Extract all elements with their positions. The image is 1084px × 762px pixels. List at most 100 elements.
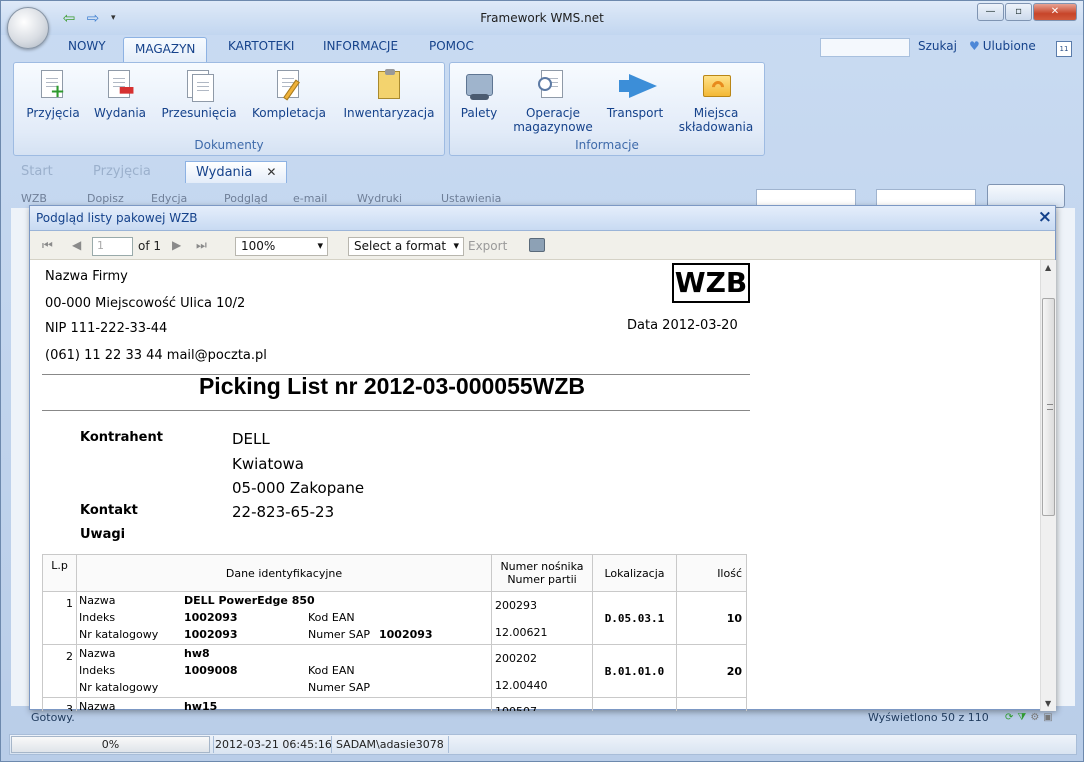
report-viewer-toolbar: ⏮ ◀ 1 of 1 ▶ ⏭ 100% Select a format Expo… [30,231,1055,260]
items-table: L.p Dane identyfikacyjne Numer nośnika Nu… [42,554,747,711]
przesuniecia-label: Przesunięcia [161,106,237,120]
settings-icon[interactable]: ⚙ [1030,712,1039,723]
next-page-icon[interactable]: ▶ [172,238,181,252]
value-ilosc: 20 [676,644,747,698]
col-ilosc: Ilość [676,554,747,592]
tab-kartoteki[interactable]: KARTOTEKI [228,39,294,53]
value-nazwa: hw8 [184,647,210,660]
przesuniecia-button[interactable]: Przesunięcia [159,69,239,120]
podglad-button[interactable]: Podgląd [224,192,268,205]
kompletacja-label: Kompletacja [252,106,326,120]
miejsca-button[interactable]: Miejsca składowania [674,69,758,134]
scroll-down-icon[interactable]: ▼ [1045,699,1051,708]
export-link[interactable]: Export [468,239,507,253]
search-input[interactable] [820,38,910,57]
scroll-thumb[interactable] [1042,298,1055,516]
value-lokalizacja: D.05.03.1 [592,591,677,645]
report-title: Picking List nr 2012-03-000055WZB [198,373,586,399]
close-tab-icon[interactable]: ✕ [266,165,276,179]
company-name: Nazwa Firmy [45,269,128,284]
label-indeks: Indeks [79,611,116,624]
report-preview-dialog: Podgląd listy pakowej WZB × ⏮ ◀ 1 of 1 ▶… [29,205,1056,711]
value-ilosc: 10 [676,591,747,645]
tab-magazyn[interactable]: MAGAZYN [123,37,208,63]
report-vertical-scrollbar[interactable]: ▲ ▼ [1040,260,1056,711]
value-nosnik: 200202 [495,652,537,665]
value-ilosc [676,697,747,711]
group-collapse-rail [11,231,29,706]
export-icon[interactable]: ▣ [1043,712,1052,723]
zoom-select[interactable]: 100% [235,237,328,256]
minimize-button[interactable]: — [977,3,1004,21]
favorites-button[interactable]: ♥ Ulubione [969,39,1036,53]
first-page-icon[interactable]: ⏮ [42,238,53,253]
email-button[interactable]: e-mail [293,192,327,205]
maximize-button[interactable]: ▫ [1005,3,1032,21]
doc-tab-start[interactable]: Start [11,161,63,183]
group-dokumenty: + Przyjęcia ▬ Wydania Przesunięcia Kompl… [13,62,445,156]
inwentaryzacja-label: Inwentaryzacja [343,106,435,120]
label-nr-kat: Nr katalogowy [79,628,159,641]
tab-nowy[interactable]: NOWY [68,39,106,53]
records-count: Wyświetlono 50 z 110 [868,711,989,724]
dialog-title-bar: Podgląd listy pakowej WZB × [30,206,1055,231]
grid-scrollbar[interactable] [1059,231,1075,706]
kontrahent-name: DELL [232,430,270,448]
group-title-dokumenty: Dokumenty [194,138,264,152]
dialog-title: Podgląd listy pakowej WZB [36,211,198,225]
title-bar: ⇦ ⇨ ▾ Framework WMS.net — ▫ ✕ [1,1,1083,49]
transport-button[interactable]: Transport [602,69,668,120]
tab-pomoc[interactable]: POMOC [429,39,474,53]
kontrahent-label: Kontrahent [80,430,163,445]
tab-informacje[interactable]: INFORMACJE [323,39,398,53]
label-nazwa: Nazwa [79,594,116,607]
inwentaryzacja-button[interactable]: Inwentaryzacja [341,69,437,120]
filter-icon[interactable]: ⧩ [1017,712,1026,723]
edycja-button[interactable]: Edycja [151,192,187,205]
kompletacja-button[interactable]: Kompletacja [249,69,329,120]
search-button[interactable]: Szukaj [918,39,957,53]
divider-bottom [42,410,750,411]
printer-icon[interactable] [529,238,545,252]
table-row: 3 Nazwa hw15 100507 [42,697,747,711]
last-page-icon[interactable]: ⏭ [196,238,207,253]
dialog-close-button[interactable]: × [1038,207,1052,227]
ribbon-panel: + Przyjęcia ▬ Wydania Przesunięcia Kompl… [11,61,1075,157]
doc-tab-wydania[interactable]: Wydania ✕ [185,161,288,183]
row-lp: 2 [42,644,77,698]
scroll-up-icon[interactable]: ▲ [1045,263,1051,272]
window-controls: — ▫ ✕ [977,3,1077,21]
document-tabs: Start Przyjęcia Wydania ✕ [11,161,1075,183]
palety-label: Palety [460,106,498,120]
label-nr-kat: Nr katalogowy [79,681,159,694]
prev-page-icon[interactable]: ◀ [72,238,81,252]
report-date: Data 2012-03-20 [627,318,738,333]
table-row: 2 Nazwa hw8 Indeks 1009008 Kod EAN Nr ka… [42,644,747,698]
status-user: SADAM\adasie3078 [336,738,444,751]
operacje-button[interactable]: Operacje magazynowe [508,69,598,134]
kontakt-label: Kontakt [80,503,138,518]
ustawienia-button[interactable]: Ustawienia [441,192,501,205]
przyjecia-button[interactable]: + Przyjęcia [24,69,82,120]
doc-tab-przyjecia[interactable]: Przyjęcia [83,161,161,183]
label-nazwa: Nazwa [79,647,116,660]
row-lp: 3 [42,697,77,711]
page-number-input[interactable]: 1 [92,237,133,256]
wzb-filter[interactable]: WZB [21,192,47,205]
row-lp: 1 [42,591,77,645]
kontakt-value: 22-823-65-23 [232,503,335,521]
heart-icon: ♥ [969,39,980,53]
value-nr-kat: 1002093 [184,628,238,641]
refresh-icon[interactable]: ⟳ [1005,712,1013,723]
dopisz-button[interactable]: Dopisz [87,192,124,205]
wydruki-button[interactable]: Wydruki [357,192,402,205]
value-nosnik: 200293 [495,599,537,612]
palety-button[interactable]: Palety [456,69,502,120]
calendar-icon[interactable]: 11 [1056,41,1072,57]
progress-bar: 0% [11,736,210,753]
format-select[interactable]: Select a format [348,237,464,256]
col-dane: Dane identyfikacyjne [76,554,492,592]
favorites-label: Ulubione [982,39,1036,53]
close-window-button[interactable]: ✕ [1033,3,1077,21]
wydania-button[interactable]: ▬ Wydania [92,69,148,120]
